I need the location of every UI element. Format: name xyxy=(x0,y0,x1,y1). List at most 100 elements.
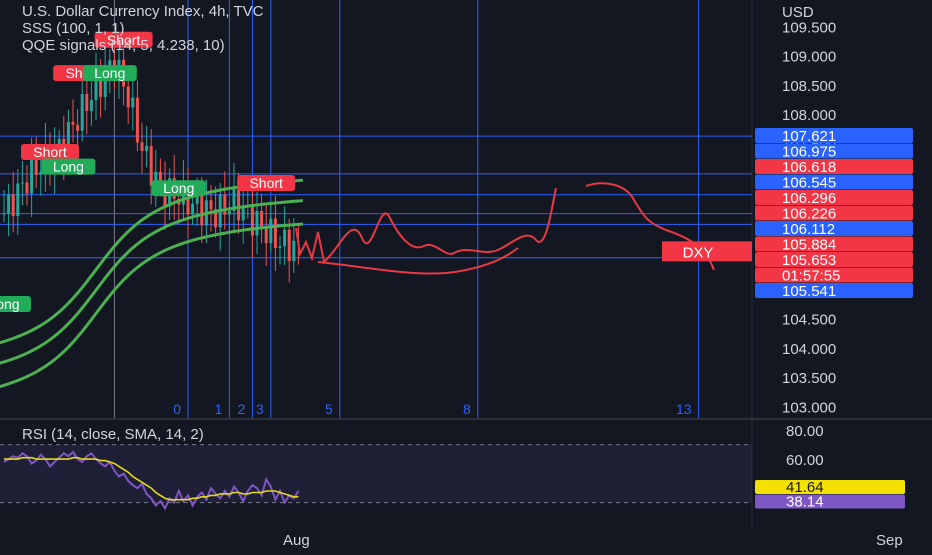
candle-body xyxy=(149,145,153,186)
price-label-1: 106.975 xyxy=(755,143,913,161)
signal-text: Short xyxy=(249,175,283,191)
price-label-6: 106.112 xyxy=(755,221,913,238)
candle-body xyxy=(264,226,268,244)
price-label-8: 105.653 xyxy=(755,252,913,269)
signal-text: Long xyxy=(163,180,194,196)
price-label-0: 107.621 xyxy=(755,128,913,145)
symbol-legend[interactable]: U.S. Dollar Currency Index, 4h, TVC xyxy=(22,3,263,20)
rsi-value-text: 38.14 xyxy=(786,494,824,511)
signal-text: Long xyxy=(53,159,84,175)
candle-body xyxy=(30,157,34,194)
fib-time-label-8: 8 xyxy=(463,401,471,417)
price-label-9: 01:57:55 xyxy=(755,267,913,285)
fib-time-label-1: 1 xyxy=(215,401,223,417)
candle-body xyxy=(89,100,93,111)
candle-body xyxy=(131,97,135,108)
rsi-indicator-legend[interactable]: RSI (14, close, SMA, 14, 2) xyxy=(22,426,204,443)
price-label-3: 106.545 xyxy=(755,174,913,192)
price-label-text: 106.975 xyxy=(782,144,836,161)
price-label-5: 106.226 xyxy=(755,205,913,223)
price-chart[interactable]: 0 1 2 3 5 8 13ShortShortLongShortLongLong Short… xyxy=(0,0,932,550)
candle-body xyxy=(237,186,241,221)
signal-long-5: Long xyxy=(151,180,206,197)
candle-body xyxy=(20,182,24,184)
rsi-value-label-1: 38.14 xyxy=(755,494,905,511)
candle-body xyxy=(191,203,195,215)
candle-body xyxy=(200,195,204,226)
candle-body xyxy=(11,194,15,217)
rsi-axis-tick: 80.00 xyxy=(786,423,824,440)
fib-time-label-13: 13 xyxy=(676,401,692,417)
price-axis-tick: 104.500 xyxy=(782,312,836,329)
signal-text: Long xyxy=(0,296,20,312)
candle-body xyxy=(145,145,149,151)
fib-time-label-0: 0 xyxy=(173,401,181,417)
signal-short-3: Short xyxy=(21,144,79,160)
signal-text: Long xyxy=(94,65,125,81)
candle-body xyxy=(135,97,139,143)
rsi-value-box xyxy=(755,480,905,494)
signal-long-4: Long xyxy=(41,158,96,175)
price-label-text: 106.618 xyxy=(782,159,836,176)
symbol-tag-text: DXY xyxy=(683,244,714,261)
signal-long-7: Long xyxy=(0,296,31,312)
chart-window: 0 1 2 3 5 8 13 Short Short Long Short Long Long Short… xyxy=(0,0,932,550)
price-label-text: 107.621 xyxy=(782,128,836,145)
candle-body xyxy=(2,213,6,215)
price-axis-tick: 109.000 xyxy=(782,49,836,66)
currency-label: USD xyxy=(782,4,814,21)
candle-body xyxy=(273,218,277,249)
candle-body xyxy=(287,229,291,261)
price-axis-tick: 108.000 xyxy=(782,107,836,124)
rsi-axis-tick: 60.00 xyxy=(786,452,824,469)
fib-time-label-2: 2 xyxy=(238,401,246,417)
candle-body xyxy=(71,121,75,125)
price-label-10: 105.541 xyxy=(755,283,913,300)
price-label-text: 105.884 xyxy=(782,237,836,254)
price-axis-tick: 104.000 xyxy=(782,341,836,358)
candle-body xyxy=(260,210,264,227)
price-axis-tick: 103.000 xyxy=(782,399,836,416)
candle-body xyxy=(223,194,227,215)
candle-body xyxy=(80,93,84,131)
rsi-band-fill xyxy=(0,444,752,503)
price-label-text: 105.653 xyxy=(782,252,836,269)
qqe-indicator-legend[interactable]: QQE signals (14, 5, 4.238, 10) xyxy=(22,37,225,54)
candle-body xyxy=(25,182,29,194)
candle-body xyxy=(140,142,144,151)
candle-body xyxy=(278,246,282,249)
price-label-7: 105.884 xyxy=(755,236,913,254)
price-axis-tick: 103.500 xyxy=(782,370,836,387)
symbol-tag: DXY xyxy=(662,241,752,262)
price-label-text: 106.112 xyxy=(782,221,835,238)
price-axis-tick: 109.500 xyxy=(782,19,836,36)
candle-body xyxy=(76,124,80,131)
sss-indicator-legend[interactable]: SSS (100, 1, 1) xyxy=(22,20,125,37)
candle-body xyxy=(283,229,287,247)
fib-time-label-3: 3 xyxy=(256,401,264,417)
candle-body xyxy=(195,195,199,204)
price-label-text: 106.296 xyxy=(782,190,836,207)
candle-body xyxy=(250,205,254,236)
candle-body xyxy=(85,93,89,111)
rsi-value-box xyxy=(755,494,905,509)
candle-body xyxy=(209,200,213,210)
candle-body xyxy=(241,206,245,221)
fib-time-label-5: 5 xyxy=(325,401,333,417)
signal-long-2: Long xyxy=(82,65,137,82)
price-axis-tick: 108.500 xyxy=(782,78,836,95)
time-axis-label-sep: Sep xyxy=(876,532,903,549)
candle-body xyxy=(255,210,259,236)
candle-body xyxy=(126,86,130,108)
candle-body xyxy=(16,183,20,217)
price-label-text: 106.226 xyxy=(782,206,836,223)
rsi-value-label-0: 41.64 xyxy=(755,479,905,496)
candle-body xyxy=(292,240,296,261)
price-label-text: 106.545 xyxy=(782,175,836,192)
price-label-text: 01:57:55 xyxy=(782,268,840,285)
signal-short-6: Short xyxy=(237,174,296,191)
candle-body xyxy=(7,194,11,214)
price-label-2: 106.618 xyxy=(755,159,913,176)
price-label-4: 106.296 xyxy=(755,190,913,207)
signal-text: Short xyxy=(33,144,67,160)
